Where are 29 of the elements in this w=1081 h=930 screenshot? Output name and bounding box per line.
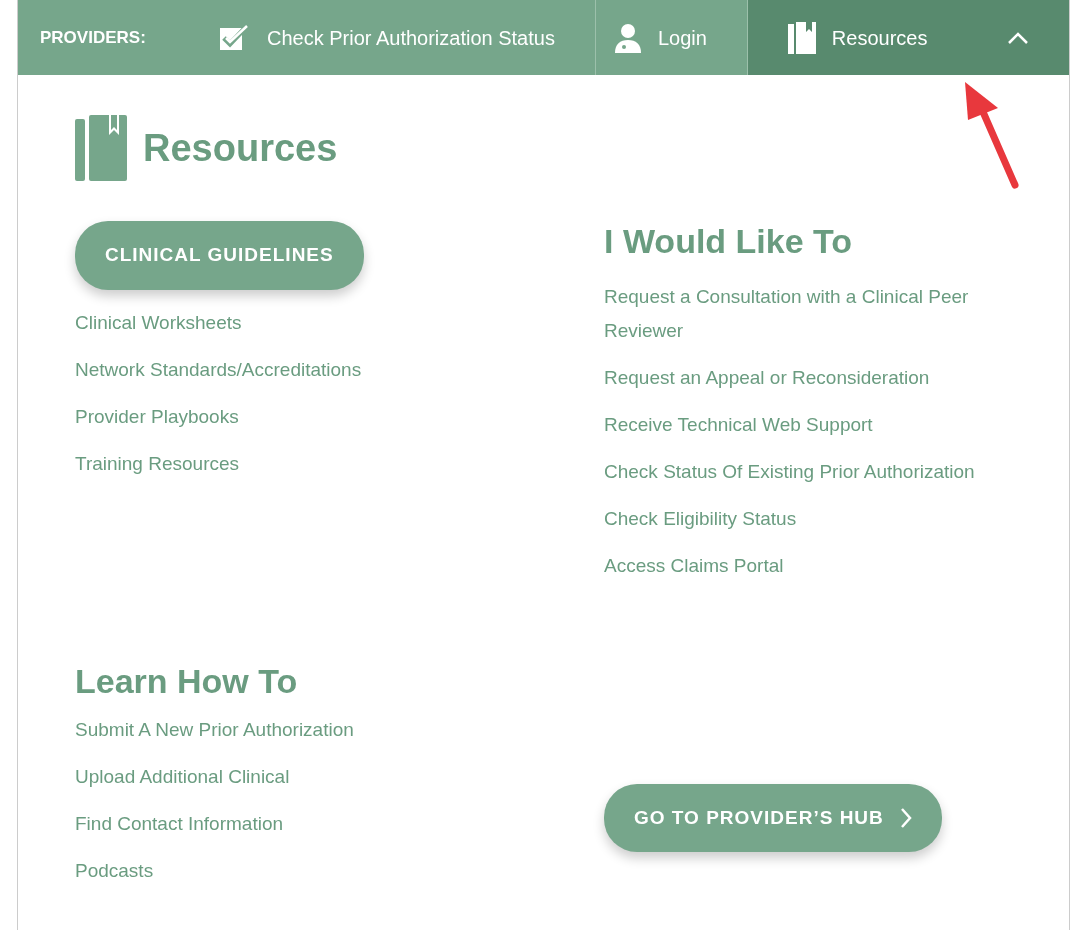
nav-tab[interactable]: Login — [595, 0, 748, 75]
action-link[interactable]: Request an Appeal or Reconsideration — [604, 360, 1019, 395]
action-link[interactable]: Receive Technical Web Support — [604, 407, 1019, 442]
chevron-up-icon — [1007, 30, 1029, 45]
book-icon — [787, 21, 816, 54]
doctor-icon — [613, 22, 642, 53]
learn-link[interactable]: Submit A New Prior Authorization — [75, 713, 604, 748]
providers-hub-button[interactable]: GO TO PROVIDER’S HUB — [604, 783, 942, 853]
resource-link[interactable]: Training Resources — [75, 446, 604, 481]
book-icon — [75, 115, 127, 181]
learn-link[interactable]: Upload Additional Clinical — [75, 760, 604, 795]
resource-link[interactable]: Clinical Worksheets — [75, 305, 604, 340]
checkbox-icon — [219, 22, 251, 53]
action-link[interactable]: Check Status Of Existing Prior Authorization — [604, 454, 1019, 489]
section-heading: Learn How To — [75, 660, 299, 702]
learn-link[interactable]: Find Contact Information — [75, 807, 604, 842]
learn-link[interactable]: Podcasts — [75, 854, 604, 889]
action-link[interactable]: Access Claims Portal — [604, 548, 1019, 583]
providers-label: PROVIDERS: — [39, 26, 147, 49]
nav-tab[interactable]: Resources — [747, 0, 1069, 75]
resource-link[interactable]: Provider Playbooks — [75, 399, 604, 434]
action-link[interactable]: Request a Consultation with a Clinical Peer Reviewer — [604, 279, 1019, 348]
clinical-guidelines-button[interactable]: CLINICAL GUIDELINES — [75, 221, 364, 290]
nav-tab[interactable]: Check Prior Authorization Status — [201, 0, 596, 75]
resource-link[interactable]: Network Standards/Accreditations — [75, 352, 604, 387]
chevron-right-icon — [899, 807, 912, 830]
section-heading: I Would Like To — [604, 221, 854, 262]
action-link[interactable]: Check Eligibility Status — [604, 501, 1019, 536]
menu-title: Resources — [143, 125, 338, 171]
